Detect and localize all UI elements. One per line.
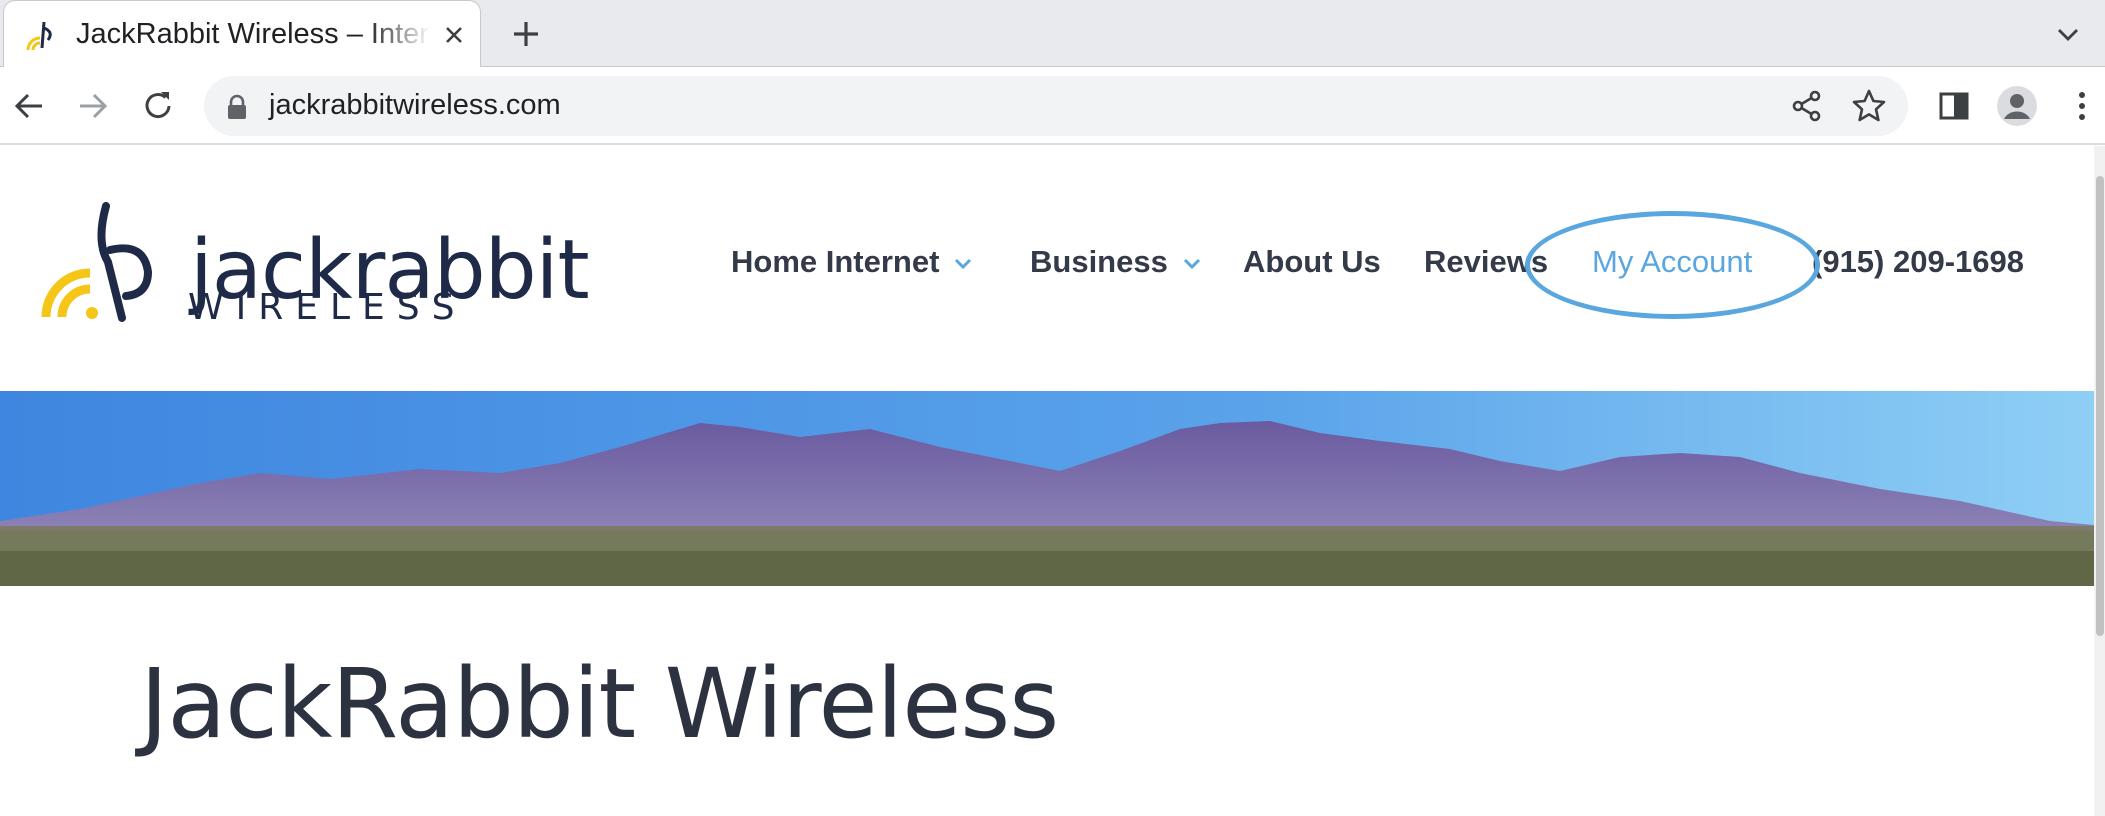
nav-business[interactable]: Business	[1030, 246, 1202, 277]
browser-toolbar: jackrabbitwireless.com	[0, 67, 2105, 145]
profile-avatar-icon[interactable]	[1996, 85, 2038, 127]
forward-arrow-icon[interactable]	[74, 87, 112, 125]
browser-tab[interactable]: JackRabbit Wireless – Internet Service	[3, 0, 481, 67]
lock-icon[interactable]	[226, 94, 248, 120]
nav-phone-number[interactable]: (915) 209-1698	[1812, 246, 2024, 277]
tab-strip: JackRabbit Wireless – Internet Service	[0, 0, 2105, 67]
close-tab-icon[interactable]	[440, 21, 468, 49]
chevron-down-icon[interactable]	[2052, 18, 2084, 50]
nav-home-internet[interactable]: Home Internet	[731, 246, 973, 277]
chevron-down-icon	[1183, 258, 1200, 269]
address-bar[interactable]: jackrabbitwireless.com	[204, 76, 1908, 136]
bookmark-star-icon[interactable]	[1850, 87, 1888, 125]
nav-label: Home Internet	[731, 244, 940, 279]
share-icon[interactable]	[1788, 87, 1826, 125]
reload-icon[interactable]	[139, 87, 177, 125]
tab-title: JackRabbit Wireless – Internet Service	[76, 18, 431, 50]
page-viewport: jackrabbit WIRELESS Home Internet Busine…	[0, 146, 2094, 816]
nav-about-us[interactable]: About Us	[1243, 246, 1381, 277]
more-menu-icon[interactable]	[2062, 87, 2102, 125]
mountain-city-banner	[0, 391, 2094, 586]
back-arrow-icon[interactable]	[10, 87, 48, 125]
scrollbar-thumb[interactable]	[2096, 176, 2104, 636]
my-account-highlight-circle	[1525, 211, 1820, 319]
rabbit-signal-logo-icon	[41, 202, 153, 322]
jackrabbit-favicon-icon	[26, 21, 52, 51]
nav-label: Business	[1030, 244, 1168, 279]
page-title: JackRabbit Wireless	[140, 648, 1059, 760]
chevron-down-icon	[955, 258, 972, 269]
logo-subtitle: WIRELESS	[188, 287, 467, 328]
url-text[interactable]: jackrabbitwireless.com	[269, 89, 561, 122]
side-panel-icon[interactable]	[1935, 87, 1973, 125]
new-tab-icon[interactable]	[508, 16, 544, 52]
